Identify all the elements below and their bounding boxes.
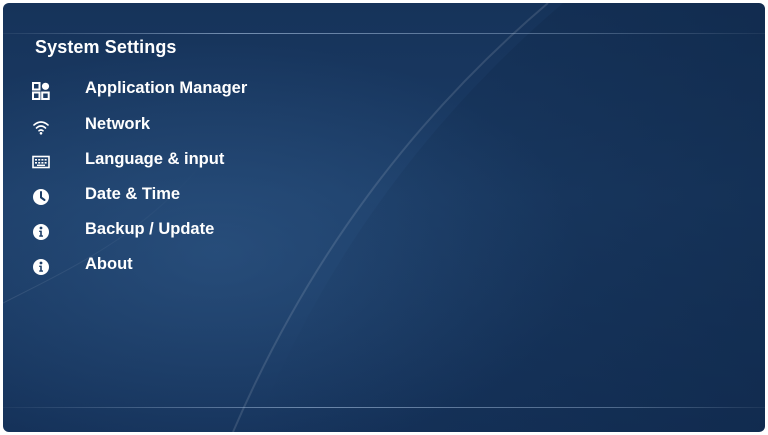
info-icon: [29, 220, 53, 244]
menu-item-label: Language & input: [85, 150, 225, 168]
menu-item-backup-update[interactable]: Backup / Update: [29, 214, 349, 249]
settings-menu: Application Manager Network Language & i…: [29, 73, 349, 284]
menu-item-about[interactable]: About: [29, 249, 349, 284]
settings-screen: System Settings Application Manager Netw…: [3, 3, 765, 432]
info-icon: [29, 255, 53, 279]
keyboard-icon: [29, 150, 53, 174]
top-divider: [3, 33, 765, 34]
menu-item-label: Date & Time: [85, 185, 181, 203]
app-grid-icon: [29, 79, 53, 103]
menu-item-language-input[interactable]: Language & input: [29, 144, 349, 179]
menu-item-application-manager[interactable]: Application Manager: [29, 73, 349, 109]
menu-item-label: Backup / Update: [85, 220, 215, 238]
menu-item-date-time[interactable]: Date & Time: [29, 179, 349, 214]
page-title: System Settings: [35, 37, 177, 57]
wifi-icon: [29, 115, 53, 139]
bottom-divider: [3, 407, 765, 408]
menu-item-network[interactable]: Network: [29, 109, 349, 144]
menu-item-label: Network: [85, 115, 151, 133]
menu-item-label: About: [85, 255, 133, 273]
clock-icon: [29, 185, 53, 209]
menu-item-label: Application Manager: [85, 79, 248, 97]
